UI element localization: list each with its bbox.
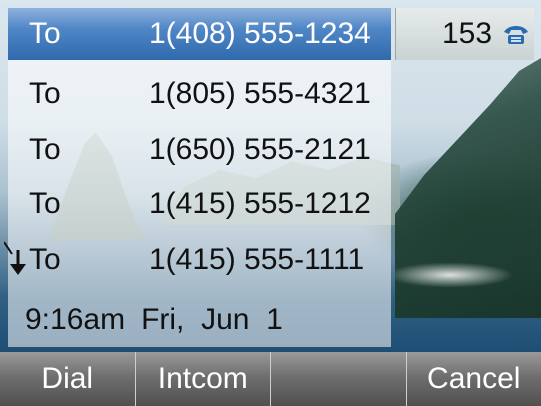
phone-number: 1(805) 555-4321 — [149, 77, 371, 110]
line-status-box: 153 — [395, 8, 534, 60]
call-list-item[interactable]: To 1(415) 555-1212 — [8, 178, 391, 230]
call-list-item[interactable]: To 1(408) 555-1234 — [8, 8, 391, 60]
call-direction-label: To — [29, 77, 61, 110]
wallpaper-surf — [395, 245, 541, 305]
call-list-item[interactable]: To 1(415) 555-1111 — [8, 234, 391, 286]
down-arrow-icon — [4, 241, 26, 275]
call-direction-label: To — [29, 243, 61, 276]
desk-phone-icon — [504, 26, 528, 44]
intercom-softkey[interactable]: Intcom — [136, 352, 271, 406]
extension-number: 153 — [442, 17, 493, 50]
softkey-bar: Dial Intcom Cancel — [0, 352, 541, 406]
date-time-display: 9:16am Fri, Jun 1 — [25, 294, 283, 346]
call-direction-label: To — [29, 17, 61, 50]
cancel-softkey[interactable]: Cancel — [407, 352, 541, 406]
call-direction-label: To — [29, 133, 61, 166]
phone-number: 1(415) 555-1212 — [149, 187, 371, 220]
call-direction-label: To — [29, 187, 61, 220]
dial-softkey[interactable]: Dial — [0, 352, 136, 406]
phone-number: 1(650) 555-2121 — [149, 133, 371, 166]
phone-number: 1(415) 555-1111 — [149, 243, 365, 276]
blank-softkey[interactable] — [271, 352, 407, 406]
call-list-item[interactable]: To 1(650) 555-2121 — [8, 124, 391, 176]
date-text: Fri, Jun 1 — [141, 303, 283, 336]
call-list-item[interactable]: To 1(805) 555-4321 — [8, 68, 391, 120]
phone-number: 1(408) 555-1234 — [149, 17, 371, 50]
time-text: 9:16am — [25, 303, 126, 336]
